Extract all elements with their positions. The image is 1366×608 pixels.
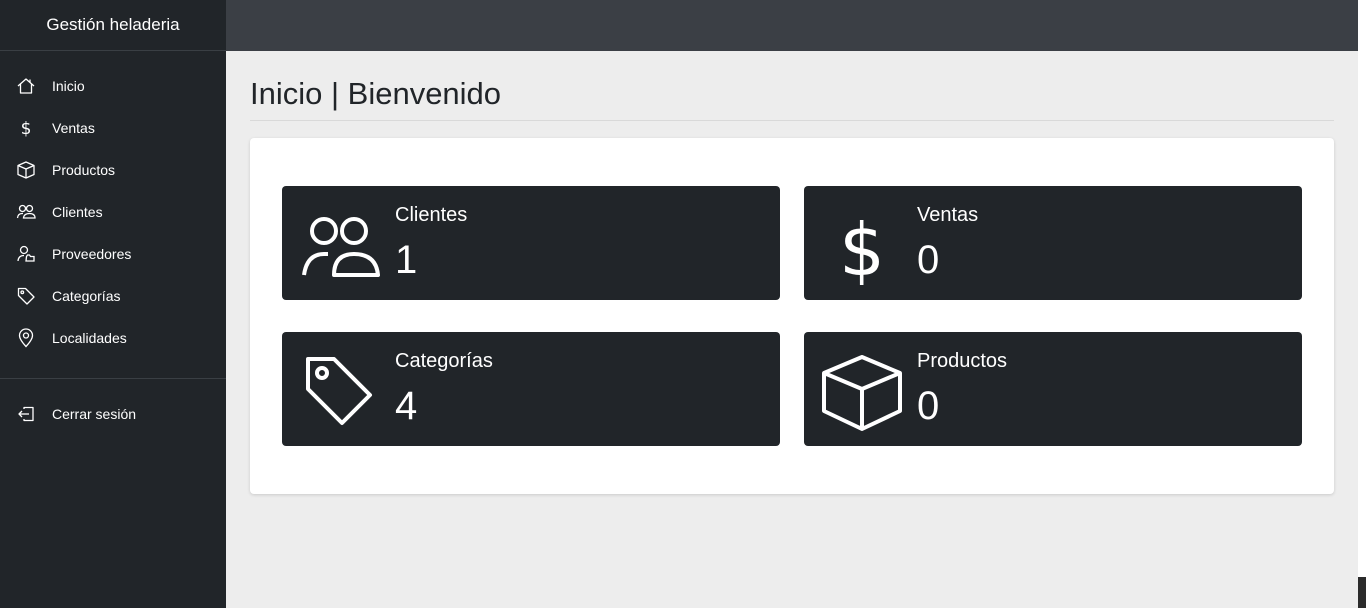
sidebar-item-label: Clientes	[52, 204, 103, 220]
stat-value: 1	[395, 238, 418, 282]
geo-pin-icon	[16, 328, 36, 348]
sidebar-item-clientes[interactable]: Clientes	[0, 191, 226, 233]
stat-tile-categorias[interactable]: Categorías 4	[282, 332, 780, 446]
people-icon	[298, 208, 382, 286]
dollar-icon: $	[16, 118, 36, 138]
people-icon	[16, 202, 36, 222]
tag-icon	[16, 286, 36, 306]
sidebar-item-categorias[interactable]: Categorías	[0, 275, 226, 317]
sidebar-divider	[0, 378, 226, 379]
dollar-icon: $	[820, 208, 904, 286]
tag-icon	[298, 354, 382, 432]
page-title: Inicio | Bienvenido	[250, 51, 1334, 121]
stat-label: Productos	[917, 350, 1008, 372]
brand-title[interactable]: Gestión heladeria	[0, 0, 226, 51]
sidebar-item-label: Categorías	[52, 288, 121, 304]
stat-tile-clientes[interactable]: Clientes 1	[282, 186, 780, 300]
box-icon	[820, 354, 904, 432]
person-badge-icon	[16, 244, 36, 264]
svg-text:$: $	[839, 209, 885, 285]
top-navbar	[226, 0, 1358, 51]
stat-value: 0	[917, 384, 940, 428]
logout-button[interactable]: Cerrar sesión	[0, 393, 226, 435]
sidebar-item-label: Inicio	[52, 78, 85, 94]
box-icon	[16, 160, 36, 180]
sidebar-item-inicio[interactable]: Inicio	[0, 65, 226, 107]
sidebar: Gestión heladeria Inicio $ Ventas Produc…	[0, 0, 226, 608]
sidebar-item-productos[interactable]: Productos	[0, 149, 226, 191]
main-content: Inicio | Bienvenido Clientes 1 $ Ventas …	[250, 51, 1334, 494]
stat-tile-ventas[interactable]: $ Ventas 0	[804, 186, 1302, 300]
logout-label: Cerrar sesión	[52, 406, 137, 422]
scrollbar[interactable]	[1358, 0, 1366, 608]
stat-value: 0	[917, 238, 940, 282]
stat-value: 4	[395, 384, 418, 428]
svg-text:$: $	[21, 119, 32, 138]
box-arrow-left-icon	[16, 404, 36, 424]
stat-label: Clientes	[395, 204, 468, 226]
stat-label: Ventas	[917, 204, 979, 226]
sidebar-nav: Inicio $ Ventas Productos Clientes Prove…	[0, 51, 226, 359]
sidebar-item-label: Ventas	[52, 120, 95, 136]
scrollbar-thumb[interactable]	[1358, 577, 1366, 608]
house-icon	[16, 76, 36, 96]
sidebar-item-localidades[interactable]: Localidades	[0, 317, 226, 359]
dashboard-card: Clientes 1 $ Ventas 0 Categorías 4 Produ…	[250, 138, 1334, 494]
sidebar-item-label: Localidades	[52, 330, 127, 346]
sidebar-item-proveedores[interactable]: Proveedores	[0, 233, 226, 275]
stat-label: Categorías	[395, 350, 493, 372]
sidebar-item-ventas[interactable]: $ Ventas	[0, 107, 226, 149]
sidebar-item-label: Proveedores	[52, 246, 132, 262]
sidebar-item-label: Productos	[52, 162, 116, 178]
stat-tile-productos[interactable]: Productos 0	[804, 332, 1302, 446]
